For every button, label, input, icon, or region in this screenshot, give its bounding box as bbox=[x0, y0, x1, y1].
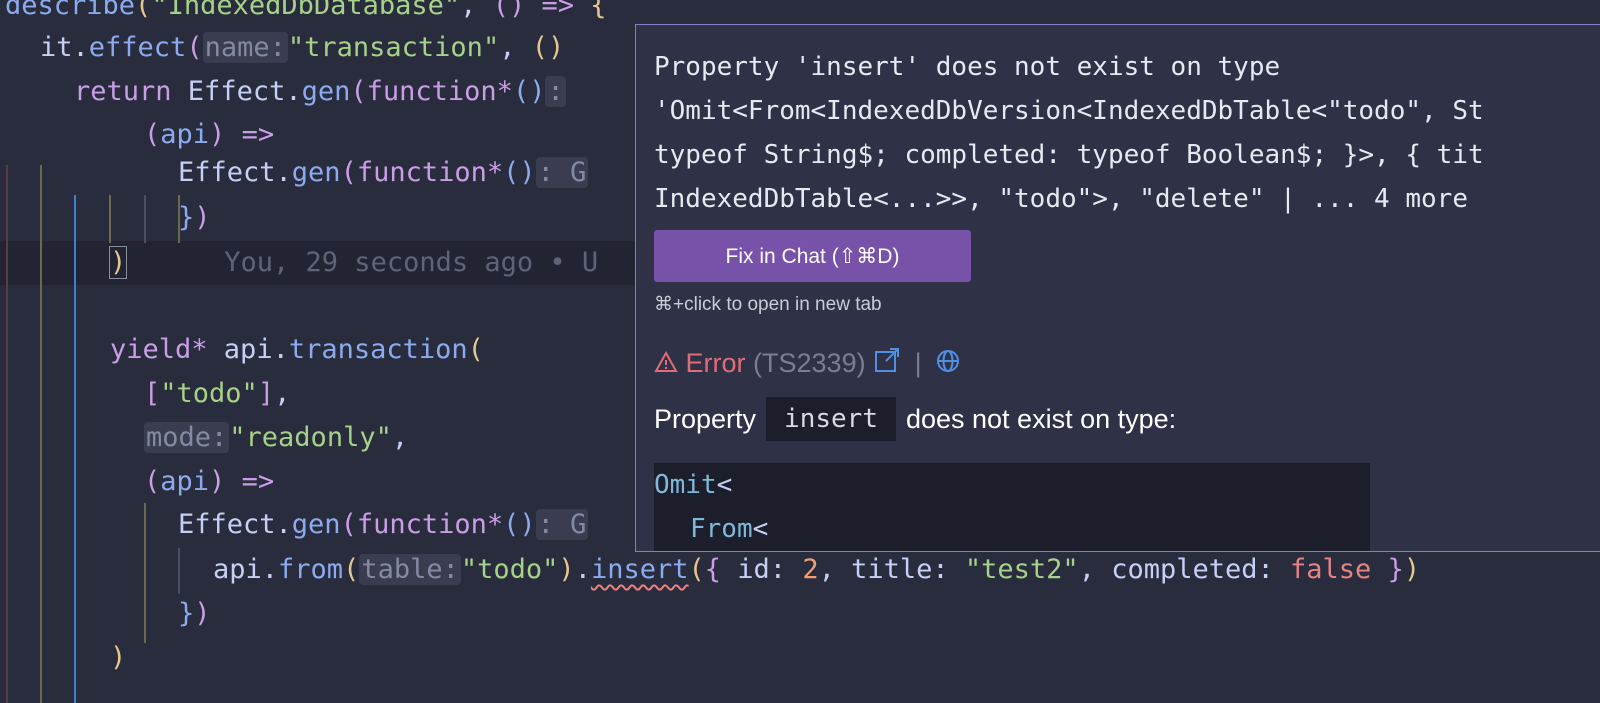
code-line: Effect.gen(function*(): G bbox=[178, 509, 589, 540]
type-error-line: IndexedDbTable<...>>, "todo">, "delete" … bbox=[654, 184, 1468, 214]
message-suffix: does not exist on type: bbox=[905, 404, 1177, 434]
code-line: }) bbox=[178, 202, 211, 233]
type-error-line: 'Omit<From<IndexedDbVersion<IndexedDbTab… bbox=[654, 96, 1484, 126]
inlay-hint: name: bbox=[202, 32, 288, 63]
git-blame-annotation: You, 29 seconds ago • U bbox=[224, 247, 599, 278]
separator: | bbox=[914, 348, 922, 378]
indent-guide bbox=[40, 165, 42, 703]
inlay-hint: : G bbox=[535, 509, 589, 540]
indent-guide bbox=[144, 195, 146, 243]
indent-guide bbox=[144, 503, 146, 643]
open-in-new-tab-hint: ⌘+click to open in new tab bbox=[654, 294, 882, 315]
angle-bracket: < bbox=[716, 470, 733, 500]
error-squiggle[interactable]: insert bbox=[591, 554, 689, 585]
type-code-block: Omit< From< bbox=[654, 463, 1370, 551]
indent-guide bbox=[6, 165, 8, 703]
hover-error-popup[interactable]: Property 'insert' does not exist on type… bbox=[635, 24, 1600, 552]
code-line: it.effect(name:"transaction", () bbox=[40, 32, 565, 63]
inlay-hint: mode: bbox=[144, 422, 230, 453]
code-line: }) bbox=[178, 598, 211, 629]
code-block-line: Omit< bbox=[654, 470, 733, 500]
matched-bracket: ) bbox=[108, 246, 128, 279]
code-line: describe("IndexedDbDatabase", () => { bbox=[5, 0, 607, 21]
indent-guide bbox=[178, 548, 180, 594]
indent-guide bbox=[109, 195, 111, 243]
error-message: Property insert does not exist on type: bbox=[654, 397, 1176, 441]
indent-guide bbox=[74, 195, 76, 703]
warning-icon bbox=[654, 345, 678, 385]
error-summary: Error (TS2339) | bbox=[654, 343, 961, 383]
inlay-hint: table: bbox=[359, 554, 461, 585]
type-error-line: Property 'insert' does not exist on type bbox=[654, 52, 1281, 82]
error-label: Error bbox=[685, 348, 746, 378]
code-line: ) bbox=[110, 642, 127, 673]
code-line: return Effect.gen(function*(): bbox=[74, 76, 566, 107]
code-line: mode:"readonly", bbox=[144, 422, 409, 453]
code-line: ["todo"], bbox=[144, 378, 291, 409]
code-line: api.from(table:"todo").insert({ id: 2, t… bbox=[213, 554, 1421, 585]
inline-code: insert bbox=[766, 397, 896, 441]
fix-in-chat-button[interactable]: Fix in Chat (⇧⌘D) bbox=[654, 230, 971, 282]
globe-icon[interactable] bbox=[935, 345, 961, 385]
external-link-icon[interactable] bbox=[873, 345, 901, 385]
code-line: yield* api.transaction( bbox=[110, 334, 484, 365]
code-line: Effect.gen(function*(): G bbox=[178, 157, 589, 188]
inlay-hint: : G bbox=[535, 157, 589, 188]
angle-bracket: < bbox=[752, 514, 769, 544]
code-block-line: From< bbox=[690, 514, 769, 544]
type-error-line: typeof String$; completed: typeof Boolea… bbox=[654, 140, 1484, 170]
message-prefix: Property bbox=[654, 404, 757, 434]
code-line: ) You, 29 seconds ago • U bbox=[108, 241, 599, 285]
error-code: (TS2339) bbox=[753, 348, 866, 378]
code-line: (api) => bbox=[144, 466, 275, 497]
